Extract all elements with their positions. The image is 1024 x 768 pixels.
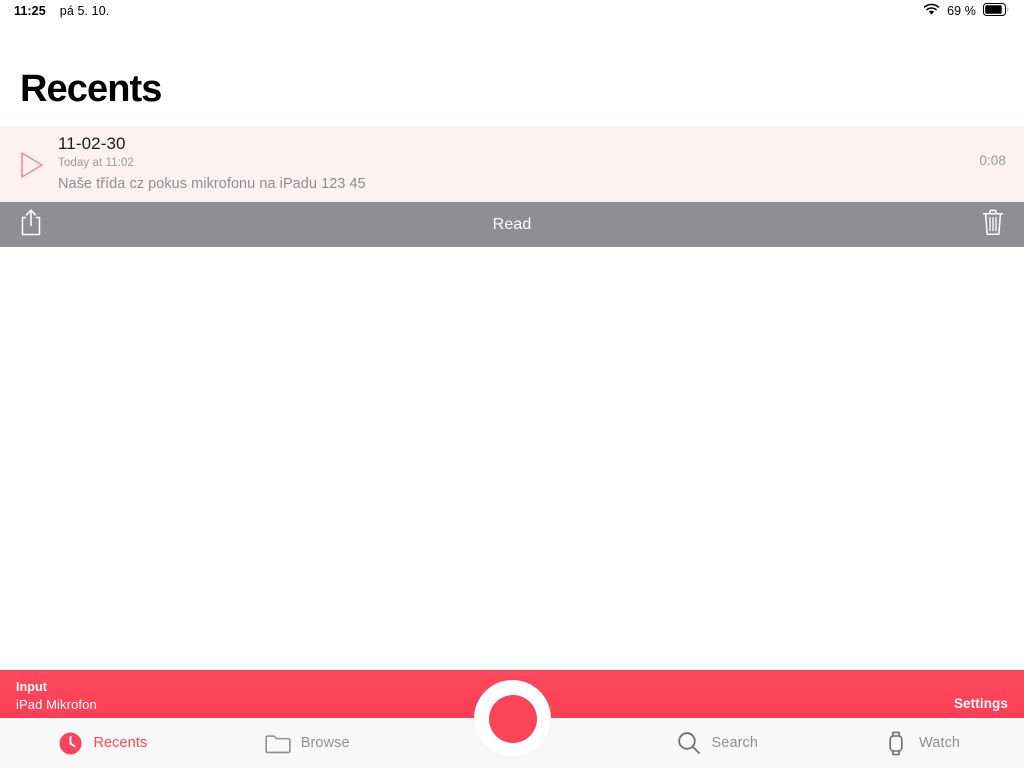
battery-percent-label: 69 % (947, 4, 976, 18)
recording-title: 11-02-30 (58, 134, 126, 153)
recording-action-bar: Read (0, 202, 1024, 247)
tab-browse-label: Browse (300, 735, 350, 751)
status-bar-right: 69 % (923, 3, 1010, 19)
empty-content-area (0, 247, 1024, 670)
settings-button[interactable]: Settings (954, 696, 1008, 711)
search-icon (676, 730, 702, 756)
tab-recents[interactable]: Recents (0, 718, 205, 768)
share-icon (19, 207, 43, 242)
input-info: Input iPad Mikrofon (16, 679, 97, 713)
status-date: pá 5. 10. (59, 4, 110, 18)
input-label: Input (16, 680, 48, 694)
status-bar: 11:25 pá 5. 10. 69 % (0, 0, 1024, 22)
page-title: Recents (20, 68, 162, 110)
input-source-value: iPad Mikrofon (16, 696, 97, 712)
play-triangle-icon[interactable] (18, 150, 46, 180)
folder-icon (265, 730, 291, 756)
tab-browse[interactable]: Browse (205, 718, 410, 768)
share-button[interactable] (14, 208, 48, 242)
voice-memos-app: 11:25 pá 5. 10. 69 % Recents 11-02-30 To… (0, 0, 1024, 768)
tab-search[interactable]: Search (614, 718, 819, 768)
tab-watch-label: Watch (919, 735, 961, 751)
tab-search-label: Search (711, 735, 759, 751)
delete-button[interactable] (976, 208, 1010, 242)
read-button[interactable]: Read (0, 216, 1024, 234)
watch-icon (883, 730, 909, 756)
trash-icon (981, 207, 1005, 242)
recording-list-item[interactable]: 11-02-30 Today at 11:02 Naše třída cz po… (0, 126, 1024, 202)
status-bar-left: 11:25 pá 5. 10. (14, 4, 109, 18)
recording-duration: 0:08 (979, 153, 1006, 168)
status-time: 11:25 (14, 4, 46, 18)
tab-watch[interactable]: Watch (819, 718, 1024, 768)
battery-icon (983, 3, 1010, 19)
record-button[interactable] (474, 680, 551, 757)
recording-timestamp: Today at 11:02 (58, 157, 134, 169)
record-button-inner-circle (488, 694, 537, 743)
wifi-icon (923, 3, 940, 19)
recording-transcript: Naše třída cz pokus mikrofonu na iPadu 1… (58, 176, 366, 192)
tab-recents-label: Recents (93, 735, 148, 751)
clock-icon (57, 730, 83, 756)
